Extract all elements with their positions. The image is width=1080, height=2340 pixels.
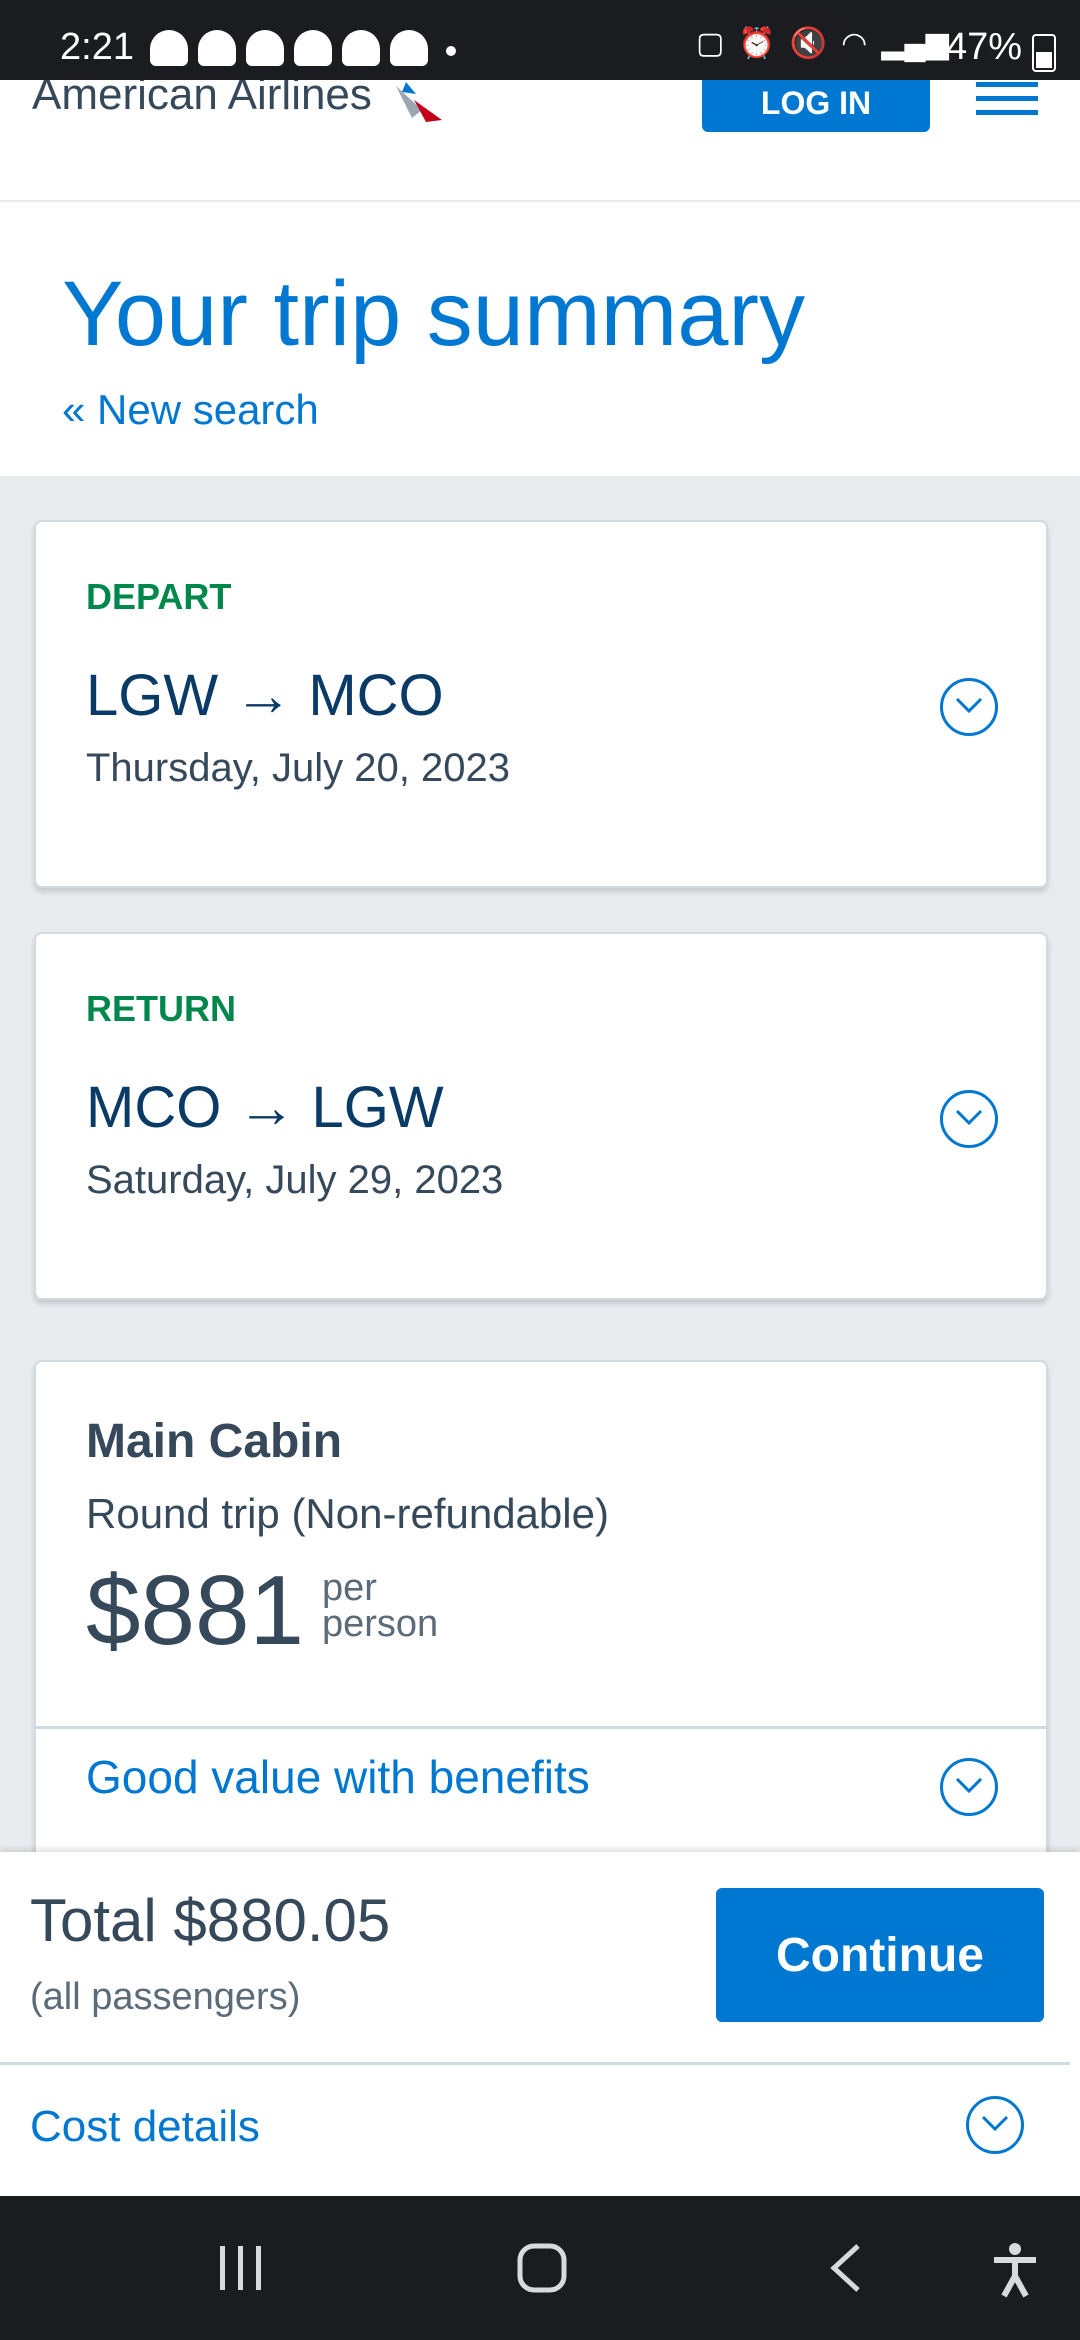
expand-depart-icon[interactable] [940, 678, 998, 736]
snapchat-icon [246, 30, 284, 66]
snapchat-icon [150, 30, 188, 66]
more-notifications-dot [446, 46, 456, 56]
battery-percent: 47% [945, 26, 1022, 68]
notification-icons [150, 30, 428, 66]
expand-return-icon[interactable] [940, 1090, 998, 1148]
passengers-note: (all passengers) [30, 1976, 301, 2018]
fare-card: Main Cabin Round trip (Non-refundable) $… [34, 1360, 1048, 1924]
status-bar: 2:21 ▢ ⏰ 🔇 ◠ ▂▄▆ 47% [0, 0, 1080, 80]
expand-cost-details-icon[interactable] [966, 2096, 1024, 2154]
depart-label: DEPART [86, 576, 232, 617]
site-header: American Airlines LOG IN [0, 70, 1080, 200]
cost-details-link[interactable]: Cost details [30, 2102, 260, 2152]
home-icon[interactable] [516, 2242, 568, 2294]
system-icons: ▢ ⏰ 🔇 ◠ ▂▄▆ [696, 26, 949, 61]
depart-route: LGW → MCO [86, 663, 444, 728]
accessibility-icon[interactable] [990, 2242, 1040, 2298]
back-icon[interactable] [826, 2242, 866, 2294]
snapchat-icon [198, 30, 236, 66]
recent-apps-icon[interactable] [216, 2242, 266, 2294]
airline-logo-icon [396, 82, 442, 122]
checkout-bar: Total $880.05 (all passengers) Continue … [0, 1852, 1080, 2196]
mute-icon: 🔇 [789, 27, 828, 60]
cabin-title: Main Cabin [86, 1415, 343, 1468]
fare-divider [36, 1726, 1046, 1729]
status-time: 2:21 [60, 26, 134, 68]
fare-price: $881 [86, 1555, 305, 1665]
page-title: Your trip summary [62, 263, 806, 365]
snapchat-icon [342, 30, 380, 66]
wifi-icon: ◠ [841, 27, 868, 60]
person-text: person [322, 1603, 439, 1645]
return-label: RETURN [86, 988, 236, 1029]
trip-type: Round trip (Non-refundable) [86, 1490, 609, 1537]
hamburger-menu-icon[interactable] [976, 82, 1038, 118]
benefits-link[interactable]: Good value with benefits [86, 1750, 590, 1804]
depart-date: Thursday, July 20, 2023 [86, 746, 510, 790]
new-search-link[interactable]: « New search [62, 386, 319, 434]
depart-card[interactable]: DEPART LGW → MCO Thursday, July 20, 2023 [34, 520, 1048, 888]
snapchat-icon [294, 30, 332, 66]
return-date: Saturday, July 29, 2023 [86, 1158, 504, 1202]
system-nav-bar [0, 2196, 1080, 2340]
battery-icon [1032, 34, 1056, 72]
snapchat-icon [390, 30, 428, 66]
continue-button[interactable]: Continue [716, 1888, 1044, 2022]
alarm-icon: ⏰ [738, 27, 776, 60]
return-card[interactable]: RETURN MCO → LGW Saturday, July 29, 2023 [34, 932, 1048, 1300]
login-button[interactable]: LOG IN [702, 74, 930, 132]
signal-icon: ▂▄▆ [881, 27, 949, 60]
expand-benefits-icon[interactable] [940, 1758, 998, 1816]
per-text: per [322, 1567, 377, 1609]
trip-summary-header: Your trip summary « New search [0, 200, 1080, 476]
footer-divider [0, 2062, 1070, 2065]
return-route: MCO → LGW [86, 1075, 444, 1140]
total-price: Total $880.05 [30, 1887, 391, 1954]
per-person-label: per person [322, 1567, 439, 1645]
battery-saver-icon: ▢ [696, 27, 725, 60]
